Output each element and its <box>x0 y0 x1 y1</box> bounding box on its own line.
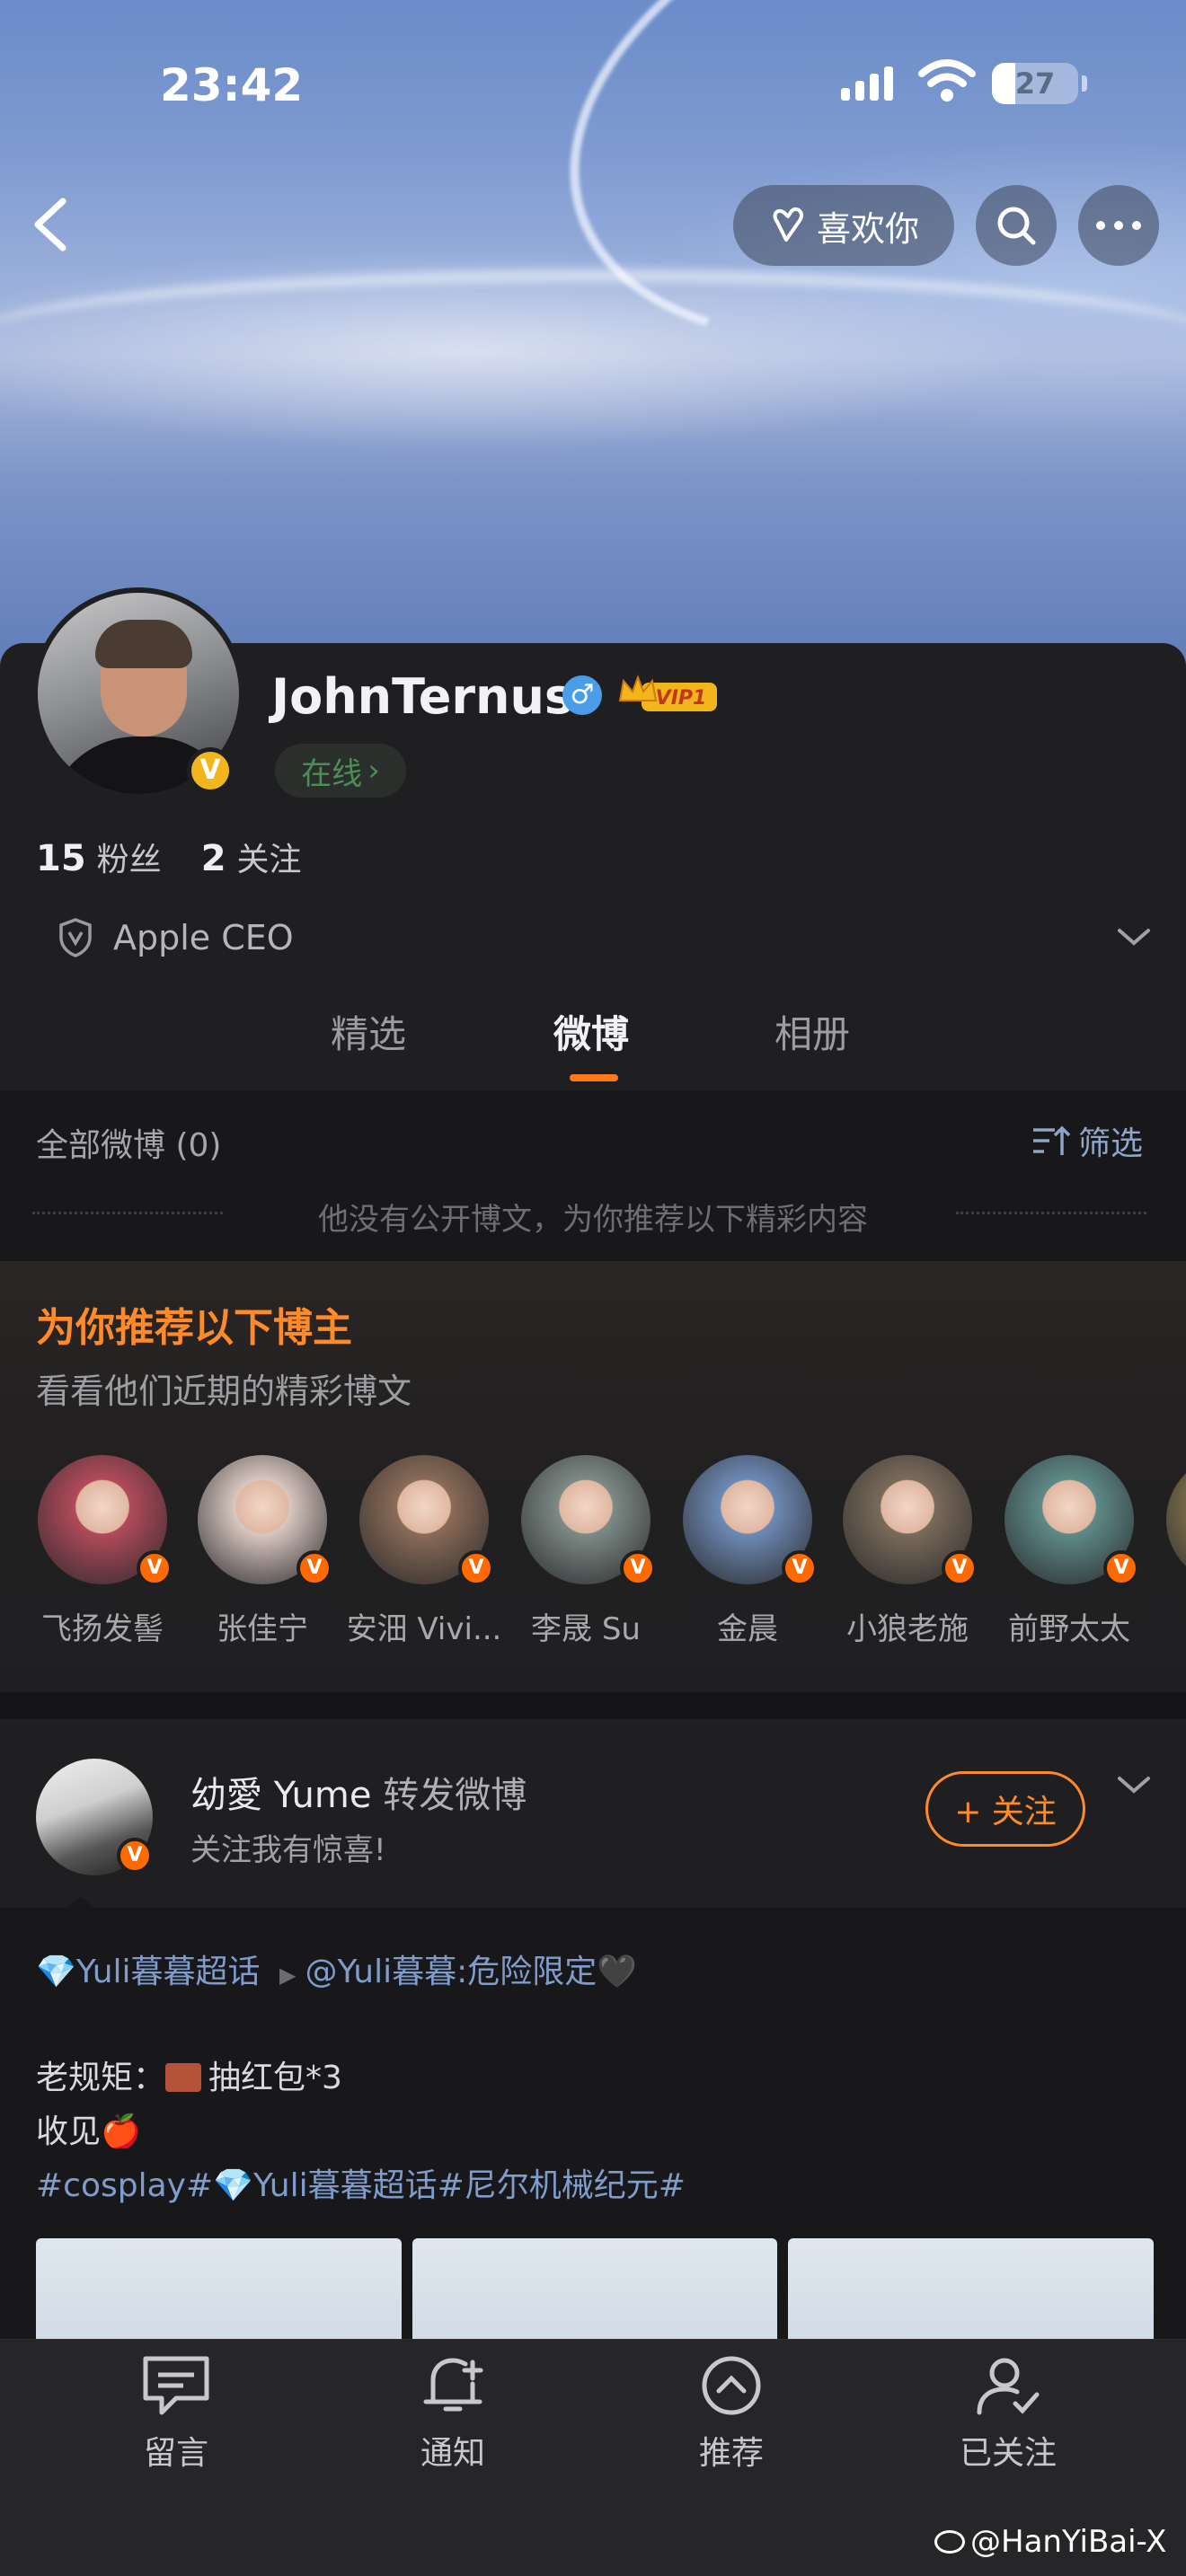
comment-icon <box>143 2356 209 2415</box>
tab-featured[interactable]: 精选 <box>331 1004 406 1059</box>
post-text-line1: 老规矩： 抽红包*3 <box>36 2060 342 2096</box>
recommend-icon <box>702 2356 761 2415</box>
tab-followed[interactable]: 已关注 <box>918 2353 1098 2474</box>
certification-row: Apple CEO <box>56 916 294 959</box>
profile-stats: 15 粉丝 2 关注 <box>36 834 302 880</box>
male-gender-icon: ♂ <box>562 675 602 715</box>
verified-badge: V <box>137 1550 173 1586</box>
certification-text: Apple CEO <box>113 918 294 957</box>
post-author-desc: 关注我有惊喜! <box>190 1832 386 1868</box>
chevron-right-icon: › <box>367 753 380 789</box>
bell-icon <box>423 2358 483 2412</box>
cellular-signal-icon <box>841 65 893 101</box>
diamond-icon: 💎 <box>36 1954 76 1990</box>
filter-label: 筛选 <box>1078 1125 1144 1162</box>
filter-icon <box>1033 1125 1071 1155</box>
recommended-blogger[interactable]: V 李晟 Su <box>505 1455 667 1648</box>
heart-hand-icon <box>773 207 803 242</box>
repost-source-line: 💎Yuli暮暮超话 ▶ @Yuli暮暮:危险限定🖤 <box>36 1945 637 1992</box>
tab-album[interactable]: 相册 <box>774 1004 850 1059</box>
verified-badge: V <box>942 1550 978 1586</box>
post-action: 转发微博 <box>383 1775 527 1816</box>
blogger-name: 张佳宁 <box>217 1611 308 1647</box>
source-topic-link[interactable]: Yuli暮暮超话 <box>76 1954 261 1990</box>
back-button[interactable] <box>25 196 79 253</box>
blogger-name: 小狼老施 <box>846 1611 969 1647</box>
blogger-name: 黄 <box>1150 1604 1186 1648</box>
battery-level: 27 <box>1014 66 1056 101</box>
wifi-icon <box>918 59 976 101</box>
tab-recommend[interactable]: 推荐 <box>642 2353 821 2474</box>
triangle-right-icon: ▶ <box>279 1963 296 1988</box>
watermark: @HanYiBai-X <box>934 2524 1166 2560</box>
blogger-name: 金晨 <box>717 1611 778 1647</box>
verified-badge: V <box>187 747 234 794</box>
verified-badge: V <box>117 1838 153 1874</box>
verified-badge: V <box>620 1550 656 1586</box>
followers-stat[interactable]: 15 粉丝 <box>36 834 162 880</box>
profile-name: JohnTernus <box>271 668 574 725</box>
active-tab-indicator <box>570 1074 618 1081</box>
empty-hint: 他没有公开博文，为你推荐以下精彩内容 <box>318 1202 868 1238</box>
all-weibo-title: 全部微博 (0) <box>36 1127 222 1164</box>
search-icon <box>997 207 1036 245</box>
filter-button[interactable]: 筛选 <box>1031 1117 1143 1164</box>
blogger-avatar[interactable] <box>1166 1455 1186 1584</box>
post-text-line2: 收见🍎 <box>36 2113 141 2150</box>
post-author-line[interactable]: 幼愛 Yume 转发微博 <box>190 1766 527 1818</box>
expand-chevron-icon[interactable] <box>1114 923 1154 950</box>
recommended-blogger[interactable]: V黄 <box>1150 1455 1186 1648</box>
online-status[interactable]: 在线 › <box>275 744 406 798</box>
recommended-blogger[interactable]: V 小狼老施 <box>827 1455 988 1648</box>
verified-badge: V <box>458 1550 494 1586</box>
profile-tabs: 精选 微博 相册 <box>0 1004 1186 1085</box>
verified-badge: V <box>296 1550 332 1586</box>
shield-verified-icon <box>59 918 92 957</box>
tab-notify[interactable]: 通知 <box>363 2353 543 2474</box>
post-author: 幼愛 Yume <box>190 1775 372 1816</box>
more-dots-icon <box>1096 221 1141 230</box>
follow-button[interactable]: + 关注 <box>925 1771 1085 1847</box>
like-you-label: 喜欢你 <box>816 208 919 249</box>
vip-label: VIP1 <box>656 687 707 710</box>
status-time: 23:42 <box>160 59 304 111</box>
source-user-link[interactable]: @Yuli暮暮:危险限定🖤 <box>305 1954 637 1990</box>
blogger-name: 安沺 Vivi... <box>346 1611 502 1647</box>
recommend-subtitle: 看看他们近期的精彩博文 <box>36 1372 412 1411</box>
like-you-button[interactable]: 喜欢你 <box>733 185 954 266</box>
followed-icon <box>977 2358 1040 2415</box>
recommended-blogger[interactable]: V 前野太太 <box>988 1455 1150 1648</box>
blogger-name: 李晟 Su <box>531 1611 641 1647</box>
tab-weibo[interactable]: 微博 <box>553 1004 629 1059</box>
recommended-blogger[interactable]: V 飞扬发髻 <box>22 1455 183 1648</box>
post-menu-chevron-icon[interactable] <box>1114 1771 1154 1798</box>
more-button[interactable] <box>1078 185 1159 266</box>
vip-badge[interactable]: VIP1 <box>616 674 719 717</box>
watermark-text: @HanYiBai-X <box>970 2524 1167 2560</box>
online-label: 在线 <box>301 755 363 792</box>
weibo-logo-icon <box>934 2530 965 2554</box>
verified-badge: V <box>782 1550 818 1586</box>
blogger-name: 前野太太 <box>1008 1611 1130 1647</box>
recommended-blogger[interactable]: V 安沺 Vivi... <box>343 1455 505 1648</box>
red-packet-icon <box>165 2063 202 2092</box>
blogger-name: 飞扬发髻 <box>41 1611 164 1647</box>
tab-comment[interactable]: 留言 <box>86 2353 266 2474</box>
post-tags[interactable]: #cosplay#💎Yuli暮暮超话#尼尔机械纪元# <box>36 2159 686 2206</box>
recommend-title: 为你推荐以下博主 <box>36 1305 352 1351</box>
battery-icon: 27 <box>992 63 1078 104</box>
recommended-blogger[interactable]: V 张佳宁 <box>181 1455 343 1648</box>
search-button[interactable] <box>976 185 1057 266</box>
status-bar: 23:42 27 <box>0 54 1186 117</box>
following-stat[interactable]: 2 关注 <box>201 834 302 880</box>
recommended-blogger[interactable]: V 金晨 <box>667 1455 828 1648</box>
verified-badge: V <box>1103 1550 1139 1586</box>
